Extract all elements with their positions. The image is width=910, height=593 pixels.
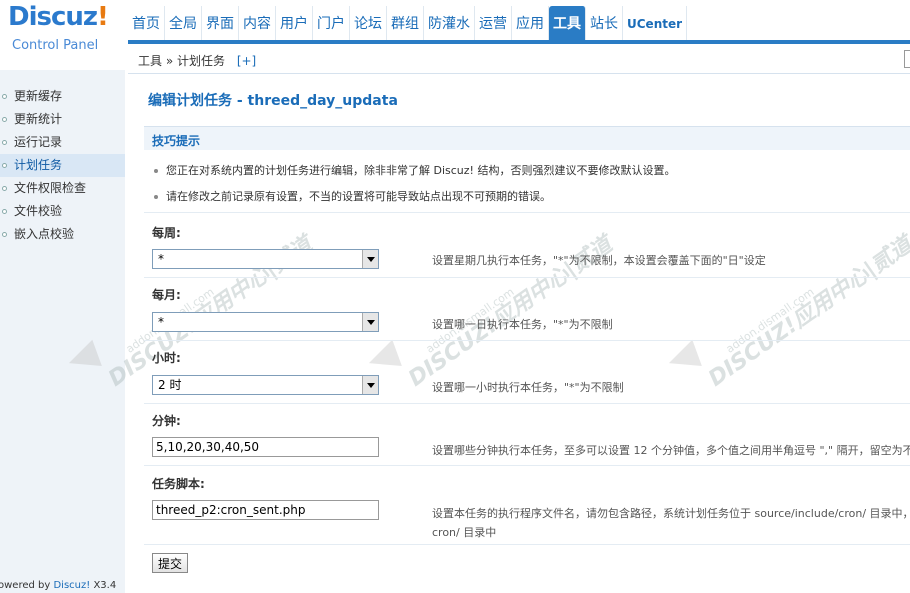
month-desc: 设置哪一日执行本任务，"*"为不限制	[432, 318, 613, 331]
tip-item: 您正在对系统内置的计划任务进行编辑，除非非常了解 Discuz! 结构，否则强烈…	[154, 162, 675, 178]
tab-operations[interactable]: 运营	[475, 6, 512, 40]
sidebar-item-file-check[interactable]: 文件校验	[0, 200, 125, 223]
tip-item: 请在修改之前记录原有设置，不当的设置将可能导致站点出现不可预期的错误。	[154, 188, 551, 204]
tips-header: 技巧提示	[144, 126, 910, 150]
tab-ucenter[interactable]: UCenter	[623, 6, 688, 40]
bullet-icon	[2, 186, 7, 191]
header: Discuz! Control Panel 首页 全局 界面 内容 用户 门户 …	[0, 0, 910, 53]
breadcrumb: 工具 » 计划任务 [+]	[138, 52, 256, 69]
week-select[interactable]: *	[152, 249, 379, 269]
month-label: 每月:	[152, 288, 181, 302]
watermark: DISCUZ!应用中心|贰道 addon.dismall.com	[664, 224, 910, 392]
tab-groups[interactable]: 群组	[387, 6, 424, 40]
chevron-down-icon[interactable]	[362, 313, 378, 331]
breadcrumb-bar: 工具 » 计划任务 [+]	[128, 44, 910, 74]
chevron-down-icon[interactable]	[362, 376, 378, 394]
bullet-icon	[2, 232, 7, 237]
discuz-link[interactable]: Discuz!	[53, 580, 90, 591]
bullet-icon	[154, 195, 158, 199]
logo-brand: Discuz!	[8, 2, 109, 32]
watermark: DISCUZ!应用中心|贰道 addon.dismall.com	[364, 224, 617, 392]
sidebar-item-update-stats[interactable]: 更新统计	[0, 108, 125, 131]
sidebar-item-cron[interactable]: 计划任务	[0, 154, 125, 177]
sidebar-item-file-perms[interactable]: 文件权限检查	[0, 177, 125, 200]
week-label: 每周:	[152, 226, 181, 240]
tab-webmaster[interactable]: 站长	[586, 6, 623, 40]
script-input[interactable]	[152, 500, 379, 520]
divider	[144, 212, 910, 213]
bullet-icon	[2, 209, 7, 214]
search-box-edge[interactable]	[904, 50, 910, 68]
divider	[144, 465, 910, 466]
main-nav: 首页 全局 界面 内容 用户 门户 论坛 群组 防灌水 运营 应用 工具 站长 …	[128, 6, 688, 40]
logo-subtitle: Control Panel	[12, 38, 99, 53]
tab-antispam[interactable]: 防灌水	[424, 6, 475, 40]
bullet-icon	[154, 169, 158, 173]
bullet-icon	[2, 140, 7, 145]
tab-home[interactable]: 首页	[128, 6, 165, 40]
script-label: 任务脚本:	[152, 477, 205, 491]
sidebar-item-run-log[interactable]: 运行记录	[0, 131, 125, 154]
logo[interactable]: Discuz! Control Panel	[0, 0, 125, 70]
tab-global[interactable]: 全局	[165, 6, 202, 40]
sidebar-item-update-cache[interactable]: 更新缓存	[0, 85, 125, 108]
powered-by: owered by Discuz! X3.4	[0, 580, 117, 591]
bullet-icon	[2, 94, 7, 99]
month-select[interactable]: *	[152, 312, 379, 332]
minute-label: 分钟:	[152, 414, 181, 428]
week-desc: 设置星期几执行本任务，"*"为不限制，本设置会覆盖下面的"日"设定	[432, 254, 766, 267]
page-title: 编辑计划任务 - threed_day_updata	[148, 93, 398, 109]
divider	[144, 340, 910, 341]
breadcrumb-path: 工具 » 计划任务	[138, 54, 225, 68]
tab-apps[interactable]: 应用	[512, 6, 549, 40]
chevron-down-icon[interactable]	[362, 250, 378, 268]
submit-button[interactable]: 提交	[152, 553, 189, 573]
main-content: DISCUZ!应用中心|贰道 addon.dismall.com DISCUZ!…	[64, 74, 910, 593]
watermark-arrow-icon	[364, 339, 402, 377]
divider	[144, 277, 910, 278]
tab-forum[interactable]: 论坛	[350, 6, 387, 40]
minute-desc: 设置哪些分钟执行本任务，至多可以设置 12 个分钟值，多个值之间用半角逗号 ",…	[432, 444, 910, 457]
tab-tools[interactable]: 工具	[549, 6, 586, 40]
divider	[144, 544, 910, 545]
bullet-icon	[2, 117, 7, 122]
bullet-icon	[2, 163, 7, 168]
script-desc-line1: 设置本任务的执行程序文件名，请勿包含路径，系统计划任务位于 source/inc…	[432, 507, 910, 520]
hour-desc: 设置哪一小时执行本任务，"*"为不限制	[432, 381, 624, 394]
script-desc-line2: cron/ 目录中	[432, 526, 497, 539]
add-shortcut-link[interactable]: [+]	[237, 54, 256, 68]
divider	[144, 403, 910, 404]
watermark-arrow-icon	[664, 339, 702, 377]
tab-users[interactable]: 用户	[276, 6, 313, 40]
tab-interface[interactable]: 界面	[202, 6, 239, 40]
tab-content[interactable]: 内容	[239, 6, 276, 40]
minute-input[interactable]	[152, 437, 379, 457]
tab-portal[interactable]: 门户	[313, 6, 350, 40]
hour-select[interactable]: 2 时	[152, 375, 379, 395]
sidebar-item-hook-check[interactable]: 嵌入点校验	[0, 223, 125, 246]
sidebar: 更新缓存 更新统计 运行记录 计划任务 文件权限检查 文件校验 嵌入点校验 ow…	[0, 70, 125, 593]
hour-label: 小时:	[152, 351, 181, 365]
